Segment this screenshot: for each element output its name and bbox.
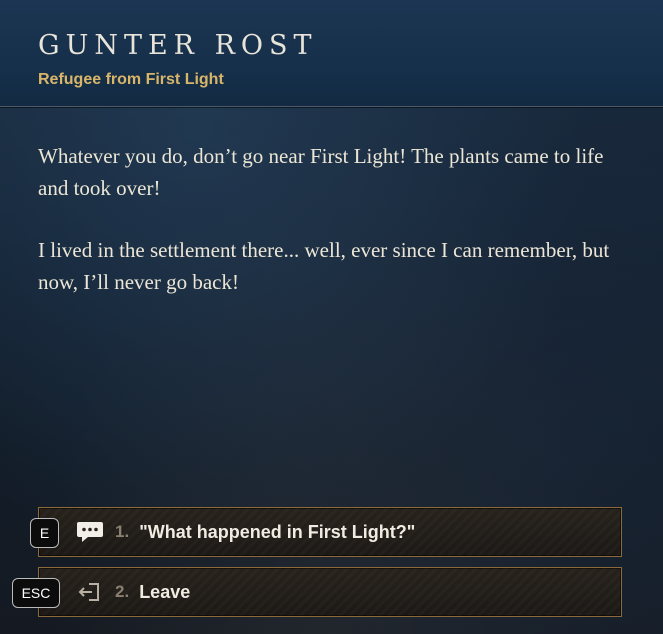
key-hint-esc: ESC bbox=[12, 578, 60, 608]
dialogue-option-leave[interactable]: 2. Leave bbox=[38, 567, 622, 617]
npc-title: Refugee from First Light bbox=[38, 71, 224, 88]
key-hint-e: E bbox=[30, 518, 59, 548]
dialogue-paragraph: Whatever you do, don’t go near First Lig… bbox=[38, 144, 604, 200]
option-label: Leave bbox=[139, 581, 191, 602]
option-label: "What happened in First Light?" bbox=[139, 521, 416, 542]
dialogue-paragraph: I lived in the settlement there... well,… bbox=[38, 238, 610, 294]
speech-bubble-icon bbox=[75, 520, 105, 544]
dialogue-option-what-happened[interactable]: 1. "What happened in First Light?" bbox=[38, 507, 622, 557]
exit-door-icon bbox=[75, 580, 105, 604]
dialogue-header: GUNTER ROST Refugee from First Light bbox=[0, 0, 663, 107]
npc-name: GUNTER ROST bbox=[38, 30, 318, 61]
dialogue-text: Whatever you do, don’t go near First Lig… bbox=[38, 140, 638, 328]
option-number: 2. bbox=[115, 582, 130, 601]
option-number: 1. bbox=[115, 522, 130, 541]
